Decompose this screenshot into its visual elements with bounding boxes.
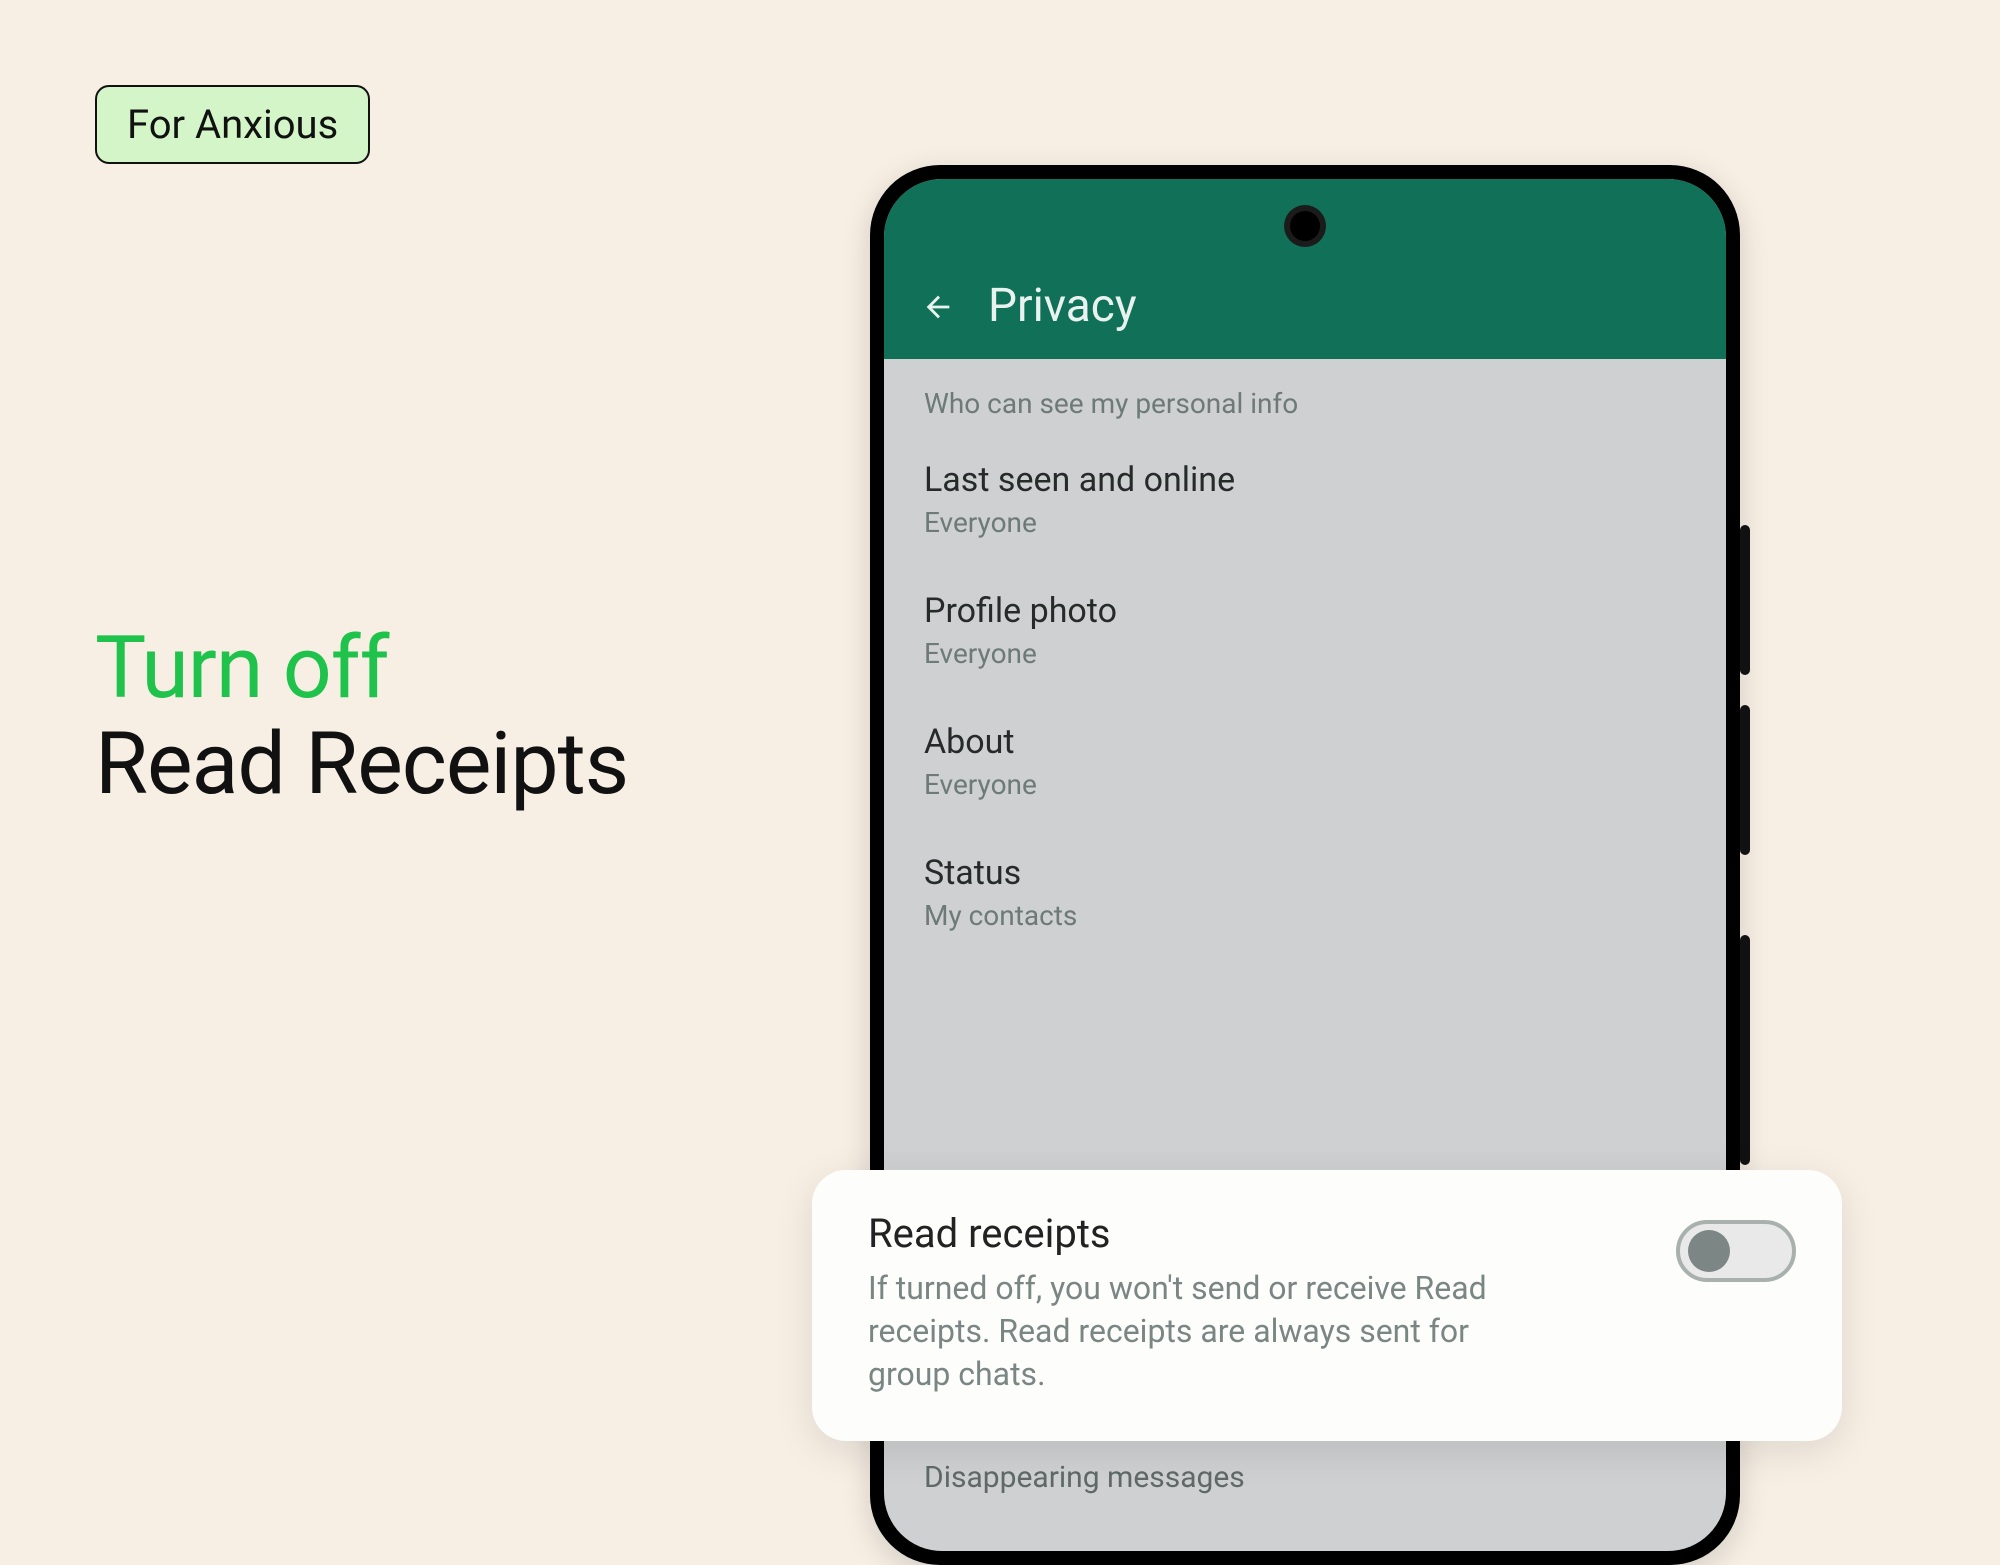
setting-title: About (924, 722, 1686, 762)
read-receipts-callout: Read receipts If turned off, you won't s… (812, 1170, 1842, 1441)
setting-row-last-seen[interactable]: Last seen and online Everyone (924, 460, 1686, 539)
setting-row-status[interactable]: Status My contacts (924, 853, 1686, 932)
setting-title: Status (924, 853, 1686, 893)
setting-value: My contacts (924, 899, 1686, 932)
callout-description: If turned off, you won't send or receive… (868, 1267, 1548, 1397)
callout-text: Read receipts If turned off, you won't s… (868, 1210, 1646, 1397)
setting-value: Everyone (924, 637, 1686, 670)
phone-side-button (1740, 935, 1750, 1165)
setting-title: Last seen and online (924, 460, 1686, 500)
toggle-knob (1688, 1230, 1730, 1272)
settings-list: Who can see my personal info Last seen a… (884, 359, 1726, 932)
appbar: Privacy (884, 179, 1726, 359)
audience-badge: For Anxious (95, 85, 370, 164)
audience-badge-label: For Anxious (127, 101, 338, 148)
phone-side-button (1740, 705, 1750, 855)
phone-camera-notch (1290, 211, 1320, 241)
setting-row-profile-photo[interactable]: Profile photo Everyone (924, 591, 1686, 670)
setting-value: Everyone (924, 506, 1686, 539)
setting-title: Disappearing messages (924, 1460, 1686, 1495)
headline-line2: Read Receipts (95, 716, 628, 812)
arrow-left-icon (921, 290, 955, 324)
headline-line1: Turn off (95, 620, 628, 716)
headline: Turn off Read Receipts (95, 620, 628, 813)
phone-side-button (1740, 525, 1750, 675)
section-header: Who can see my personal info (924, 387, 1686, 420)
callout-title: Read receipts (868, 1210, 1646, 1257)
setting-title: Profile photo (924, 591, 1686, 631)
read-receipts-toggle[interactable] (1676, 1220, 1796, 1282)
setting-row-about[interactable]: About Everyone (924, 722, 1686, 801)
setting-row-disappearing-messages[interactable]: Disappearing messages (924, 1460, 1686, 1495)
appbar-title: Privacy (988, 279, 1137, 333)
setting-value: Everyone (924, 768, 1686, 801)
back-button[interactable] (918, 287, 958, 327)
